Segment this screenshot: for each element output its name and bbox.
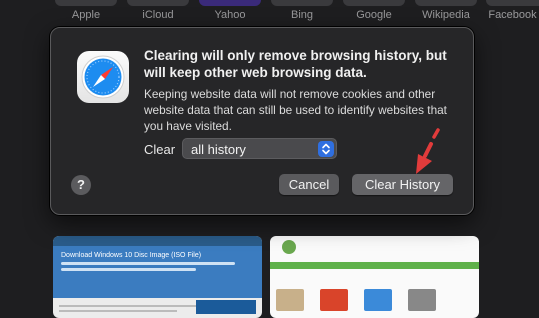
annotation-arrow-icon bbox=[416, 128, 440, 174]
favorite-tile bbox=[486, 0, 539, 6]
favorite-tile bbox=[343, 0, 405, 6]
thumbnail-tiles bbox=[274, 289, 475, 317]
clear-range-label: Clear bbox=[144, 142, 176, 157]
thumbnail-title: Download Windows 10 Disc Image (ISO File… bbox=[61, 252, 202, 259]
recent-page-thumbnail[interactable] bbox=[270, 236, 479, 318]
favorite-label: iCloud bbox=[142, 9, 174, 21]
safari-icon bbox=[77, 51, 129, 103]
favorite-yahoo[interactable]: Yahoo bbox=[198, 0, 262, 21]
help-button[interactable]: ? bbox=[71, 175, 91, 195]
thumbnail-nav bbox=[270, 262, 479, 269]
favorite-label: Apple bbox=[71, 9, 101, 21]
chevron-up-down-icon bbox=[318, 141, 334, 157]
favorite-wikipedia[interactable]: Wikipedia bbox=[414, 0, 478, 21]
thumbnail-image bbox=[196, 300, 256, 314]
clear-range-select[interactable]: all history bbox=[182, 138, 337, 159]
favorite-label: Yahoo bbox=[214, 9, 246, 21]
clear-history-dialog: Clearing will only remove browsing histo… bbox=[50, 27, 474, 215]
favorite-apple[interactable]: Apple bbox=[54, 0, 118, 21]
favorite-label: Facebook bbox=[488, 9, 537, 21]
favorite-google[interactable]: Google bbox=[342, 0, 406, 21]
thumbnail-header bbox=[53, 236, 262, 246]
favorite-tile bbox=[415, 0, 477, 6]
favorite-icloud[interactable]: iCloud bbox=[126, 0, 190, 21]
site-logo-icon bbox=[282, 240, 296, 254]
dialog-message: Keeping website data will not remove coo… bbox=[144, 87, 447, 133]
recent-page-thumbnail[interactable]: Download Windows 10 Disc Image (ISO File… bbox=[53, 236, 262, 318]
favorite-label: Wikipedia bbox=[422, 9, 470, 21]
cancel-button[interactable]: Cancel bbox=[279, 174, 339, 195]
favorite-bing[interactable]: Bing bbox=[270, 0, 334, 21]
favorite-label: Google bbox=[356, 9, 392, 21]
favorite-tile bbox=[199, 0, 261, 6]
favorite-tile bbox=[127, 0, 189, 6]
dialog-title: Clearing will only remove browsing histo… bbox=[144, 48, 447, 80]
favorite-tile bbox=[271, 0, 333, 6]
favorite-tile bbox=[55, 0, 117, 6]
favorite-facebook[interactable]: Facebook bbox=[486, 0, 539, 21]
favorite-label: Bing bbox=[290, 9, 314, 21]
clear-range-value: all history bbox=[191, 142, 246, 157]
thumbnail-hero: Download Windows 10 Disc Image (ISO File… bbox=[53, 246, 262, 298]
